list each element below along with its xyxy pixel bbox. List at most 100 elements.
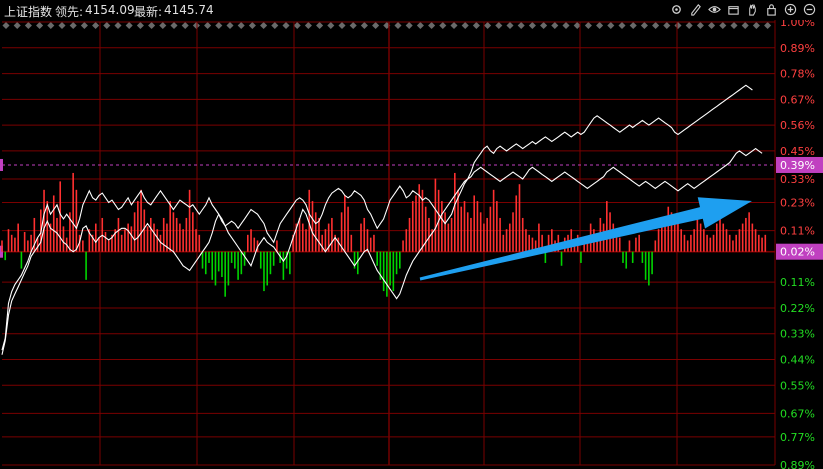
volume-bar	[648, 251, 650, 286]
time-marker	[528, 21, 536, 30]
volume-bar	[745, 217, 747, 252]
time-marker	[47, 21, 55, 30]
zoom-out-icon[interactable]	[802, 2, 817, 17]
axis-tick-label: 0.89%	[780, 42, 815, 55]
left-marker	[0, 158, 3, 171]
volume-bar	[1, 240, 3, 252]
time-marker	[416, 21, 424, 30]
volume-bar	[182, 229, 184, 252]
trend-arrow	[419, 197, 752, 281]
volume-bar	[508, 223, 511, 252]
lock-icon[interactable]	[764, 2, 779, 17]
time-marker	[304, 21, 312, 30]
eye-icon[interactable]	[707, 2, 722, 17]
time-marker	[80, 21, 88, 30]
time-marker	[696, 21, 704, 30]
volume-bar	[428, 217, 430, 252]
time-marker	[192, 21, 200, 30]
volume-bar	[282, 251, 285, 280]
axis-tick-label: 0.89%	[780, 459, 815, 469]
volume-bar	[441, 201, 443, 252]
volume-bar	[10, 234, 13, 252]
time-marker	[248, 21, 256, 30]
volume-bar	[52, 195, 55, 252]
volume-bar	[269, 251, 272, 275]
volume-bar	[660, 223, 663, 252]
chart-header: 上证指数 领先: 4154.09 最新: 4145.74	[0, 0, 823, 20]
lead-label: 领先:	[55, 5, 84, 19]
volume-bar	[227, 251, 230, 286]
zoom-in-icon[interactable]	[783, 2, 798, 17]
axis-tick-label: 0.78%	[780, 68, 815, 81]
volume-bar	[706, 234, 708, 252]
highlight-label: 0.39%	[780, 159, 815, 172]
volume-bar	[82, 240, 84, 252]
volume-bar	[192, 212, 194, 252]
time-marker	[618, 21, 626, 30]
volume-bar	[447, 223, 450, 252]
volume-bar	[153, 223, 155, 252]
time-marker	[495, 21, 503, 30]
time-marker	[484, 21, 492, 30]
volume-bar	[719, 217, 721, 252]
volume-bar	[761, 237, 763, 252]
volume-bar	[386, 251, 388, 297]
volume-bar	[628, 240, 631, 252]
volume-bar	[732, 240, 734, 252]
time-marker	[125, 21, 133, 30]
pen-icon[interactable]	[688, 2, 703, 17]
volume-bar	[715, 223, 718, 252]
volume-bar	[72, 172, 74, 252]
volume-bar	[738, 229, 741, 252]
volume-bar	[654, 240, 657, 252]
time-marker	[36, 21, 44, 30]
volume-bar	[444, 212, 446, 252]
volume-bar	[741, 223, 744, 252]
volume-bar	[169, 201, 171, 252]
axis-tick-label: 0.44%	[780, 354, 815, 367]
time-marker	[596, 21, 604, 30]
volume-bar	[725, 229, 728, 252]
volume-bar	[512, 212, 514, 252]
volume-bar	[408, 217, 411, 252]
volume-bar	[321, 234, 323, 252]
volume-bar	[499, 217, 501, 252]
volume-bar	[373, 234, 375, 252]
volume-bar	[525, 229, 527, 252]
axis-tick-label: 0.56%	[780, 119, 815, 132]
volume-bar	[208, 251, 210, 263]
time-marker	[607, 21, 615, 30]
axis-tick-label: 1.00%	[780, 20, 815, 29]
axis-tick-label: 0.67%	[780, 93, 815, 106]
volume-bar	[104, 232, 107, 252]
volume-bar	[195, 229, 197, 252]
volume-bar	[473, 195, 476, 252]
time-marker	[349, 21, 357, 30]
volume-bar	[59, 181, 62, 252]
box-icon[interactable]	[726, 2, 741, 17]
volume-bar	[415, 195, 417, 252]
volume-bar	[298, 217, 301, 252]
time-marker	[674, 21, 682, 30]
volume-bar	[690, 234, 692, 252]
time-marker	[741, 21, 749, 30]
volume-bar	[14, 237, 16, 252]
volume-bar	[728, 234, 731, 252]
time-marker	[685, 21, 693, 30]
volume-bar	[149, 217, 152, 252]
volume-bar	[712, 234, 715, 252]
time-marker	[752, 21, 760, 30]
settings-icon[interactable]	[669, 2, 684, 17]
volume-bar	[75, 189, 78, 252]
axis-tick-label: 0.55%	[780, 379, 815, 392]
volume-bar	[27, 240, 29, 252]
hand-icon[interactable]	[745, 2, 760, 17]
volume-bar	[263, 251, 265, 292]
volume-bar	[754, 229, 757, 252]
latest-value: 4145.74	[164, 3, 214, 17]
volume-bar	[56, 217, 58, 252]
volume-bar	[395, 251, 398, 275]
time-marker	[204, 21, 212, 30]
volume-bar	[521, 217, 524, 252]
volume-bar	[405, 229, 408, 252]
